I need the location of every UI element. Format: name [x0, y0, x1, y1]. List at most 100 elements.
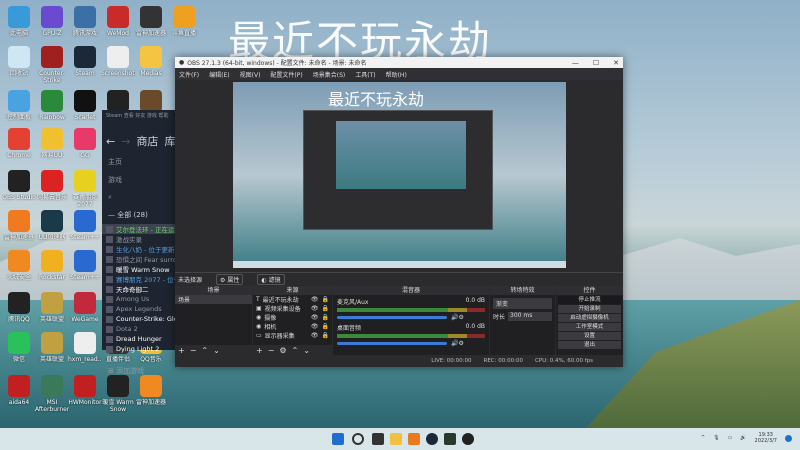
- steam-icon[interactable]: [426, 433, 438, 445]
- scene-item[interactable]: 场景: [175, 295, 252, 304]
- library-game-item[interactable]: 艾尔登法环 - 正在运行: [102, 224, 182, 234]
- eye-icon[interactable]: 👁: [311, 314, 319, 321]
- desktop-icon[interactable]: 此电脑: [2, 6, 36, 44]
- games-filter[interactable]: 游戏: [102, 171, 182, 189]
- desktop-icon[interactable]: HWMonitor: [68, 375, 102, 413]
- control-button[interactable]: 退出: [558, 341, 621, 349]
- volume-slider[interactable]: [337, 342, 447, 345]
- forward-icon[interactable]: →: [121, 135, 130, 148]
- desktop-icon[interactable]: Rockstar: [35, 250, 69, 288]
- desktop-icon[interactable]: WeMod: [101, 6, 135, 44]
- down-icon[interactable]: ⌄: [213, 346, 220, 355]
- source-item[interactable]: ▭ 显示器采集 👁 🔒: [253, 331, 332, 340]
- desktop-icon[interactable]: Screenshots: [101, 46, 135, 84]
- source-item[interactable]: ◉ 摄像 👁 🔒: [253, 313, 332, 322]
- volume-slider[interactable]: [337, 316, 447, 319]
- file-explorer-icon[interactable]: [390, 433, 402, 445]
- lock-icon[interactable]: 🔒: [322, 323, 329, 330]
- desktop-icon[interactable]: Scarlet: [68, 90, 102, 128]
- remove-icon[interactable]: −: [268, 346, 275, 355]
- control-button[interactable]: 设置: [558, 332, 621, 340]
- desktop-icon[interactable]: 腾讯游戏: [68, 6, 102, 44]
- library-game-item[interactable]: Apex Legends: [102, 304, 182, 314]
- duration-input[interactable]: 300 ms: [508, 312, 552, 321]
- control-button[interactable]: 工作室模式: [558, 323, 621, 331]
- desktop-icon[interactable]: Medias: [134, 46, 168, 84]
- desktop-icon[interactable]: UU加速器: [35, 210, 69, 248]
- library-game-item[interactable]: 生化八奶 - 位于更新队列: [102, 244, 182, 254]
- add-game-button[interactable]: 添加游戏: [116, 367, 144, 375]
- desktop-icon[interactable]: 英雄联盟: [35, 332, 69, 370]
- close-button[interactable]: ✕: [613, 59, 619, 67]
- network-icon[interactable]: ▭: [728, 435, 733, 441]
- source-item[interactable]: ▣ 视频采集设备 👁 🔒: [253, 304, 332, 313]
- desktop-icon[interactable]: Chrome: [2, 128, 36, 166]
- desktop-icon[interactable]: 雷神加速器: [134, 375, 168, 413]
- eye-icon[interactable]: 👁: [311, 296, 319, 303]
- steam-menu[interactable]: Steam 查看 好友 游戏 帮助: [102, 110, 182, 121]
- eye-icon[interactable]: 👁: [311, 323, 319, 330]
- lock-icon[interactable]: 🔒: [322, 305, 329, 312]
- source-item[interactable]: T 最近不玩永劫 👁 🔒: [253, 295, 332, 304]
- speaker-icon[interactable]: 🔊: [451, 340, 458, 347]
- desktop-icon[interactable]: 雷神加速器: [134, 6, 168, 44]
- desktop-icon[interactable]: GPU-Z: [35, 6, 69, 44]
- home-link[interactable]: 主页: [102, 153, 182, 171]
- mic-icon[interactable]: 🎙: [713, 435, 719, 441]
- desktop-icon[interactable]: Steam++: [68, 210, 102, 248]
- up-icon[interactable]: ⌃: [201, 346, 208, 355]
- clock[interactable]: 19:33 2022/3/7: [755, 432, 777, 444]
- control-button[interactable]: 启动虚拟摄像机: [558, 314, 621, 322]
- filters-button[interactable]: ◐ 滤镜: [257, 273, 285, 285]
- desktop-icon[interactable]: 回收站: [2, 46, 36, 84]
- source-item[interactable]: ◉ 相机 👁 🔒: [253, 322, 332, 331]
- speaker-icon[interactable]: 🔊: [740, 435, 746, 441]
- desktop-icon[interactable]: aida64: [2, 375, 36, 413]
- lock-icon[interactable]: 🔒: [322, 314, 329, 321]
- library-game-item[interactable]: Among Us: [102, 294, 182, 304]
- desktop-icon[interactable]: 暖雪 Warm Snow: [101, 375, 135, 413]
- menu-item[interactable]: 配置文件(P): [270, 70, 302, 79]
- menu-item[interactable]: 工具(T): [355, 70, 375, 79]
- desktop-icon[interactable]: 英雄联盟: [35, 292, 69, 330]
- notification-icon[interactable]: [785, 434, 792, 442]
- chevron-up-icon[interactable]: ^: [701, 435, 705, 441]
- desktop-icon[interactable]: MSI Afterburner: [35, 375, 69, 413]
- menu-item[interactable]: 帮助(H): [386, 70, 407, 79]
- library-game-item[interactable]: 激战实录: [102, 234, 182, 244]
- desktop-icon[interactable]: 微信: [2, 332, 36, 370]
- search-icon[interactable]: ⌕: [102, 189, 182, 206]
- desktop-icon[interactable]: 火绒安全: [2, 250, 36, 288]
- desktop-icon[interactable]: GG: [68, 128, 102, 166]
- down-icon[interactable]: ⌄: [303, 346, 310, 355]
- desktop-icon[interactable]: hxm_read...: [68, 332, 102, 370]
- desktop-icon[interactable]: 控制面板: [2, 90, 36, 128]
- lock-icon[interactable]: 🔒: [322, 332, 329, 339]
- up-icon[interactable]: ⌃: [292, 346, 299, 355]
- desktop-icon[interactable]: 雷神加速器: [2, 210, 36, 248]
- library-game-item[interactable]: Dota 2: [102, 324, 182, 334]
- library-game-item[interactable]: Dying Light 2: [102, 344, 182, 354]
- store-tab[interactable]: 商店: [136, 133, 158, 149]
- minimize-button[interactable]: —: [572, 59, 579, 67]
- library-tab[interactable]: 库: [164, 133, 175, 149]
- control-button[interactable]: 开始录制: [558, 305, 621, 313]
- library-game-item[interactable]: Counter-Strike: Global Offensive: [102, 314, 182, 324]
- desktop-icon[interactable]: WeGame: [68, 292, 102, 330]
- gear-icon[interactable]: ⚙: [279, 346, 286, 355]
- desktop-icon[interactable]: Counter-Strike: [35, 46, 69, 84]
- desktop-icon[interactable]: 赛博朋克 2077: [68, 170, 102, 208]
- back-icon[interactable]: ←: [106, 135, 115, 148]
- library-game-item[interactable]: Dread Hunger: [102, 334, 182, 344]
- desktop-icon[interactable]: 网易UU: [35, 128, 69, 166]
- library-game-item[interactable]: 暖雪 Warm Snow: [102, 264, 182, 274]
- transition-select[interactable]: 渐变: [493, 298, 552, 309]
- desktop-icon[interactable]: OBS Studio: [2, 170, 36, 208]
- preview-canvas[interactable]: 最近不玩永劫: [175, 80, 623, 270]
- menu-item[interactable]: 编辑(E): [209, 70, 229, 79]
- menu-item[interactable]: 文件(F): [179, 70, 199, 79]
- app-icon[interactable]: [408, 433, 420, 445]
- desktop-icon[interactable]: 腾讯QQ: [2, 292, 36, 330]
- maximize-button[interactable]: ☐: [593, 59, 599, 67]
- desktop-icon[interactable]: 网易云音乐: [35, 170, 69, 208]
